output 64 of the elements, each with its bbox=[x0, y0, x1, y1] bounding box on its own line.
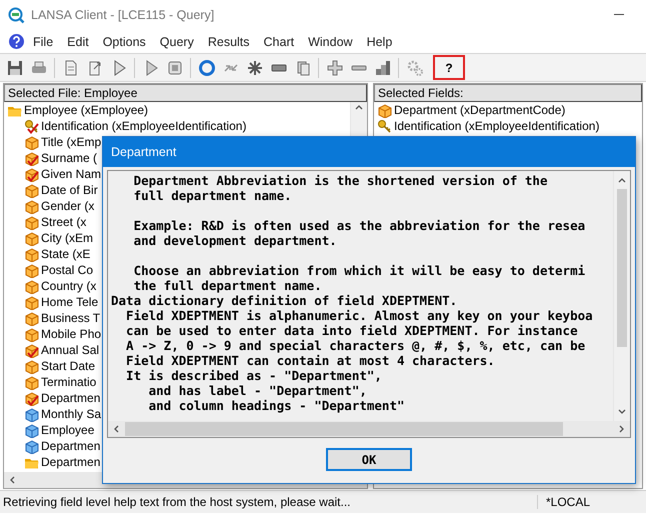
menu-item[interactable]: Results bbox=[202, 34, 256, 48]
tree-item[interactable]: Street (x bbox=[41, 215, 86, 229]
vertical-scrollbar[interactable] bbox=[613, 171, 630, 421]
help-text-line: It is described as - "Department", bbox=[125, 368, 383, 383]
help-text-line: and column headings - "Department" bbox=[148, 398, 406, 413]
tree-item[interactable]: Home Tele bbox=[41, 295, 98, 309]
help-text-line: and development department. bbox=[132, 233, 338, 248]
tree-item[interactable]: State (xE bbox=[41, 247, 90, 261]
panel-header: Selected File: Employee bbox=[4, 84, 367, 102]
box-icon bbox=[377, 102, 392, 118]
ok-button[interactable]: OK bbox=[326, 448, 412, 471]
tree-item[interactable]: Surname ( bbox=[41, 151, 98, 165]
field-item[interactable]: Identification (xEmployeeIdentification) bbox=[394, 119, 600, 133]
tree-item[interactable]: Departmen bbox=[41, 455, 100, 469]
help-text-line: Data dictionary definition of field XDEPTMENT. bbox=[111, 293, 458, 308]
tree-item[interactable]: Employee (xEmployee) bbox=[24, 103, 148, 117]
tree-item[interactable]: City (xEm bbox=[41, 231, 93, 245]
menu-item[interactable]: Chart bbox=[258, 34, 300, 48]
help-text-line: and has label - "Department", bbox=[148, 383, 368, 398]
menu-item[interactable]: Help bbox=[360, 34, 398, 48]
tree-item[interactable]: Country (x bbox=[41, 279, 96, 293]
tree-item[interactable]: Departmen bbox=[41, 391, 100, 405]
tree-item[interactable]: Postal Co bbox=[41, 263, 94, 277]
help-text-line: full department name. bbox=[132, 188, 293, 203]
tree-item[interactable]: Given Nam bbox=[41, 167, 102, 181]
help-text-line: Field XDEPTMENT can contain at most 4 characters. bbox=[125, 353, 496, 368]
help-button[interactable]: ? bbox=[433, 55, 465, 80]
menu-item[interactable]: Query bbox=[154, 34, 200, 48]
horizontal-scrollbar[interactable] bbox=[108, 421, 630, 437]
menu-item[interactable]: File bbox=[27, 34, 60, 48]
app-logo-icon bbox=[8, 6, 25, 24]
help-text-line: Department Abbreviation is the shortened version of the bbox=[132, 173, 548, 188]
menu-item[interactable]: Options bbox=[96, 34, 152, 48]
menu-item[interactable]: Window bbox=[302, 34, 359, 48]
tree-item[interactable]: Date of Bir bbox=[41, 183, 98, 197]
key-icon bbox=[377, 118, 392, 134]
status-message: Retrieving field level help text from the host system, please wait... bbox=[2, 495, 352, 509]
field-item[interactable]: Department (xDepartmentCode) bbox=[394, 103, 566, 117]
menu-item[interactable]: Edit bbox=[61, 34, 95, 48]
tree-item[interactable]: Business T bbox=[41, 311, 100, 325]
tree-item[interactable]: Terminatio bbox=[41, 375, 96, 389]
tree-item[interactable]: Annual Sal bbox=[41, 343, 100, 357]
plus-icon[interactable] bbox=[324, 58, 344, 78]
tree-item[interactable]: Title (xEmp bbox=[41, 135, 102, 149]
tree-item[interactable]: Gender (x bbox=[41, 199, 94, 213]
ring-icon[interactable] bbox=[196, 58, 216, 78]
tree-item[interactable]: Monthly Sa bbox=[41, 407, 102, 421]
help-text-line: Choose an abbreviation from which it will be easy to determi bbox=[132, 263, 586, 278]
tree-item[interactable]: Start Date bbox=[41, 359, 96, 373]
status-location: *LOCAL bbox=[537, 495, 646, 509]
help-text-line: the full department name. bbox=[132, 278, 323, 293]
tree-item[interactable]: Mobile Pho bbox=[41, 327, 102, 341]
window-title: LANSA Client - [LCE115 - Query] bbox=[31, 8, 216, 22]
help-text-line: Field XDEPTMENT is alphanumeric. Almost any key on your keyboa bbox=[125, 308, 594, 323]
help-text-line: A -> Z, 0 -> 9 and special characters @, #, $, %, etc, can be bbox=[125, 338, 586, 353]
help-text-line: can be used to enter data into field XDEPTMENT. For instance bbox=[125, 323, 579, 338]
help-text-line: Example: R&D is often used as the abbreviation for the resea bbox=[132, 218, 586, 233]
dialog-title: Department bbox=[103, 137, 635, 167]
tree-item[interactable]: Employee bbox=[41, 423, 94, 437]
help-icon[interactable] bbox=[8, 33, 25, 50]
panel-header: Selected Fields: bbox=[374, 84, 642, 102]
tree-item[interactable]: Identification (xEmployeeIdentification) bbox=[41, 119, 246, 133]
tree-item[interactable]: Departmen bbox=[41, 439, 100, 453]
minimize-icon[interactable] bbox=[614, 14, 624, 16]
